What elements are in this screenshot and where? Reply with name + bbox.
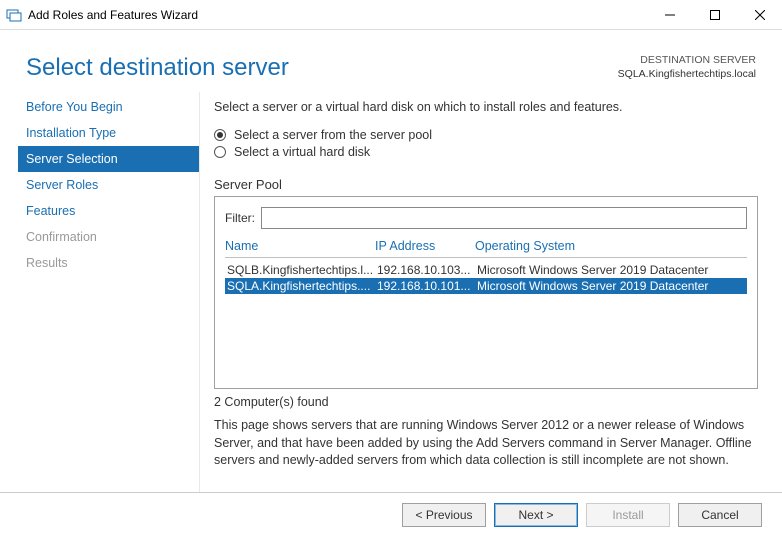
app-icon <box>6 7 22 23</box>
radio-label: Select a virtual hard disk <box>234 145 370 159</box>
server-table-body: SQLB.Kingfishertechtips.l... 192.168.10.… <box>225 262 747 382</box>
instruction-text: Select a server or a virtual hard disk o… <box>214 100 758 114</box>
table-row[interactable]: SQLA.Kingfishertechtips.... 192.168.10.1… <box>225 278 747 294</box>
destination-label: DESTINATION SERVER <box>618 54 756 68</box>
cancel-button[interactable]: Cancel <box>678 503 762 527</box>
col-header-ip[interactable]: IP Address <box>375 239 475 253</box>
cell-name: SQLA.Kingfishertechtips.... <box>227 279 377 293</box>
next-button[interactable]: Next > <box>494 503 578 527</box>
radio-virtual-disk[interactable]: Select a virtual hard disk <box>214 145 758 159</box>
previous-button[interactable]: < Previous <box>402 503 486 527</box>
col-header-os[interactable]: Operating System <box>475 239 747 253</box>
info-note: This page shows servers that are running… <box>214 417 758 470</box>
cell-ip: 192.168.10.101... <box>377 279 477 293</box>
filter-label: Filter: <box>225 211 255 225</box>
close-button[interactable] <box>737 0 782 30</box>
main-panel: Select a server or a virtual hard disk o… <box>200 92 782 492</box>
install-button: Install <box>586 503 670 527</box>
minimize-button[interactable] <box>647 0 692 30</box>
destination-info: DESTINATION SERVER SQLA.Kingfishertechti… <box>618 54 756 81</box>
cell-os: Microsoft Windows Server 2019 Datacenter <box>477 263 745 277</box>
step-server-roles[interactable]: Server Roles <box>18 172 199 198</box>
cell-os: Microsoft Windows Server 2019 Datacenter <box>477 279 745 293</box>
window-title: Add Roles and Features Wizard <box>28 8 647 22</box>
col-header-name[interactable]: Name <box>225 239 375 253</box>
cell-name: SQLB.Kingfishertechtips.l... <box>227 263 377 277</box>
wizard-steps: Before You Begin Installation Type Serve… <box>0 92 200 492</box>
step-before-you-begin[interactable]: Before You Begin <box>18 94 199 120</box>
server-pool-heading: Server Pool <box>214 177 758 192</box>
wizard-header: Select destination server DESTINATION SE… <box>0 30 782 92</box>
step-features[interactable]: Features <box>18 198 199 224</box>
wizard-footer: < Previous Next > Install Cancel <box>0 492 782 537</box>
radio-selected-icon <box>214 129 226 141</box>
step-results: Results <box>18 250 199 276</box>
cell-ip: 192.168.10.103... <box>377 263 477 277</box>
radio-server-pool[interactable]: Select a server from the server pool <box>214 128 758 142</box>
radio-unselected-icon <box>214 146 226 158</box>
server-table-header: Name IP Address Operating System <box>225 239 747 258</box>
destination-server: SQLA.Kingfishertechtips.local <box>618 68 756 82</box>
step-server-selection[interactable]: Server Selection <box>18 146 199 172</box>
step-confirmation: Confirmation <box>18 224 199 250</box>
table-row[interactable]: SQLB.Kingfishertechtips.l... 192.168.10.… <box>225 262 747 278</box>
step-installation-type[interactable]: Installation Type <box>18 120 199 146</box>
radio-label: Select a server from the server pool <box>234 128 432 142</box>
maximize-button[interactable] <box>692 0 737 30</box>
server-pool-box: Filter: Name IP Address Operating System… <box>214 196 758 389</box>
title-bar: Add Roles and Features Wizard <box>0 0 782 30</box>
filter-input[interactable] <box>261 207 747 229</box>
computer-count: 2 Computer(s) found <box>214 395 758 409</box>
page-title: Select destination server <box>26 54 618 82</box>
